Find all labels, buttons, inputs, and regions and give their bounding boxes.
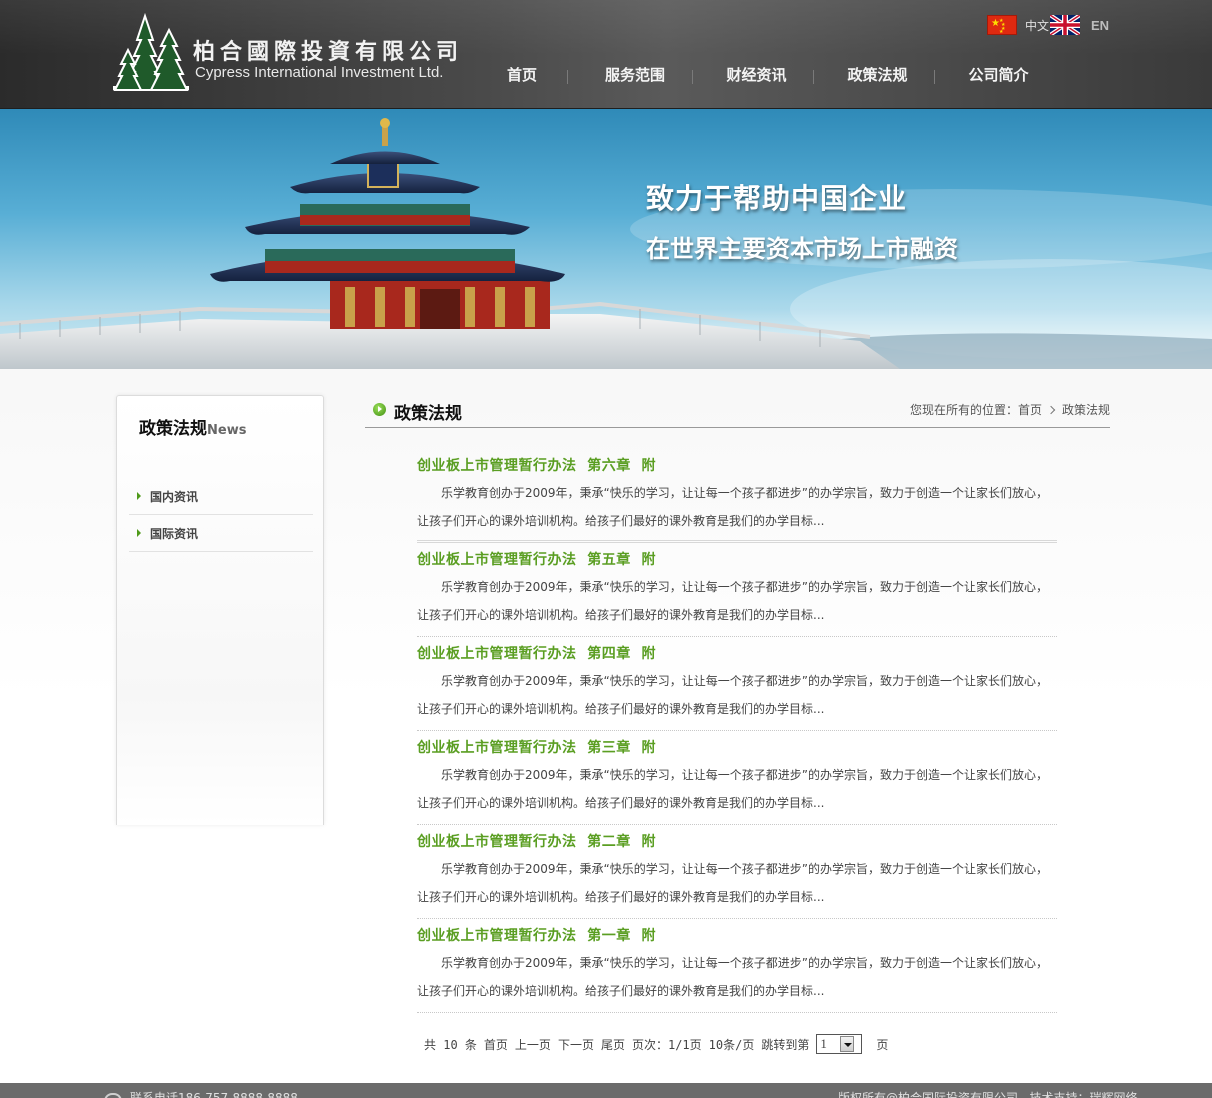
footer-contact: 联系电话186-757-8888-8888 [104, 1089, 298, 1098]
sidebar-item-label: 国内资讯 [150, 489, 199, 504]
company-logo[interactable]: 柏合國際投資有限公司 Cypress International Investm… [113, 12, 473, 94]
nav-divider [567, 70, 568, 84]
article-summary: 乐学教育创办于2009年，秉承“快乐的学习，让让每一个孩子都进步”的办学宗旨，致… [417, 674, 1048, 716]
banner-slogan-line2: 在世界主要资本市场上市融资 [646, 235, 958, 263]
nav-divider [813, 70, 814, 84]
triangle-right-icon [137, 492, 141, 500]
article-summary: 乐学教育创办于2009年，秉承“快乐的学习，让让每一个孩子都进步”的办学宗旨，致… [417, 768, 1048, 810]
breadcrumb-prefix: 您现在所有的位置： [909, 403, 1018, 417]
article-summary: 乐学教育创办于2009年，秉承“快乐的学习，让让每一个孩子都进步”的办学宗旨，致… [417, 862, 1048, 904]
pager-last-link[interactable]: 尾页 [601, 1036, 625, 1053]
sidebar-item-domestic-news[interactable]: 国内资讯 [129, 478, 313, 515]
article-title-link[interactable]: 创业板上市管理暂行办法 第一章 附 [417, 925, 656, 945]
article-title-link[interactable]: 创业板上市管理暂行办法 第四章 附 [417, 643, 656, 663]
site-header: 柏合國際投資有限公司 Cypress International Investm… [0, 0, 1212, 109]
nav-home[interactable]: 首页 [482, 62, 562, 90]
breadcrumb-current: 政策法规 [1061, 403, 1110, 417]
banner-slogan: 致力于帮助中国企业 在世界主要资本市场上市融资 [646, 177, 958, 264]
nav-policy[interactable]: 政策法规 [817, 62, 938, 90]
list-item: 创业板上市管理暂行办法 第四章 附 乐学教育创办于2009年，秉承“快乐的学习，… [417, 637, 1057, 731]
sidebar-title-cn: 政策法规 [139, 419, 207, 439]
logo-english-name: Cypress International Investment Ltd. [195, 64, 444, 81]
site-footer: 联系电话186-757-8888-8888 版权所有@柏合国际投资有限公司 技术… [0, 1083, 1212, 1098]
banner-slogan-line1: 致力于帮助中国企业 [646, 182, 908, 215]
pagination: 共 10 条 首页 上一页 下一页 尾页 页次：1/1页 10条/页 跳转到第 … [424, 1033, 895, 1055]
uk-flag-icon [1050, 15, 1080, 35]
nav-finance-news[interactable]: 财经资讯 [696, 62, 817, 90]
nav-divider [934, 70, 935, 84]
page-title: 政策法规 [394, 404, 462, 424]
pager-next-link[interactable]: 下一页 [558, 1036, 594, 1053]
article-title-link[interactable]: 创业板上市管理暂行办法 第二章 附 [417, 831, 656, 851]
nav-services[interactable]: 服务范围 [574, 62, 696, 90]
content-header: 政策法规 您现在所有的位置： 首页 政策法规 [365, 395, 1110, 428]
triangle-right-icon [137, 529, 141, 537]
breadcrumb-home-link[interactable]: 首页 [1018, 401, 1042, 418]
sidebar-item-label: 国际资讯 [150, 526, 199, 541]
sidebar-title-en: News [207, 423, 247, 438]
footer-copyright: 版权所有@柏合国际投资有限公司 技术支持：瑞辉网络 [838, 1091, 1138, 1098]
article-summary: 乐学教育创办于2009年，秉承“快乐的学习，让让每一个孩子都进步”的办学宗旨，致… [417, 486, 1048, 528]
list-item: 创业板上市管理暂行办法 第六章 附 乐学教育创办于2009年，秉承“快乐的学习，… [417, 449, 1057, 543]
play-bullet-icon [373, 403, 386, 416]
phone-icon [104, 1092, 122, 1098]
pager-total: 共 10 条 [424, 1037, 477, 1052]
logo-chinese-name: 柏合國際投資有限公司 [193, 39, 464, 65]
page-jump-value: 1 [820, 1036, 827, 1051]
cypress-trees-icon [113, 12, 189, 91]
sidebar-item-international-news[interactable]: 国际资讯 [129, 515, 313, 552]
list-item: 创业板上市管理暂行办法 第五章 附 乐学教育创办于2009年，秉承“快乐的学习，… [417, 543, 1057, 637]
pager-first-link[interactable]: 首页 [484, 1036, 508, 1053]
chevron-right-icon [1046, 405, 1056, 414]
hero-banner: 致力于帮助中国企业 在世界主要资本市场上市融资 [0, 109, 1212, 369]
article-title-link[interactable]: 创业板上市管理暂行办法 第六章 附 [417, 455, 656, 475]
pager-prev-link[interactable]: 上一页 [515, 1036, 551, 1053]
temple-of-heaven-illustration [0, 118, 1212, 369]
article-summary: 乐学教育创办于2009年，秉承“快乐的学习，让让每一个孩子都进步”的办学宗旨，致… [417, 580, 1048, 622]
sidebar-list: 国内资讯 国际资讯 [129, 478, 313, 552]
list-item: 创业板上市管理暂行办法 第一章 附 乐学教育创办于2009年，秉承“快乐的学习，… [417, 919, 1057, 1013]
pager-per-page: 10条/页 [708, 1037, 755, 1052]
main-nav: 首页 服务范围 财经资讯 政策法规 公司简介 [482, 62, 1059, 90]
article-title-link[interactable]: 创业板上市管理暂行办法 第三章 附 [417, 737, 656, 757]
sidebar-title: 政策法规News [139, 414, 246, 439]
breadcrumb: 您现在所有的位置： 首页 政策法规 [910, 401, 1110, 418]
page-jump-select[interactable]: 1 [816, 1034, 863, 1054]
article-summary: 乐学教育创办于2009年，秉承“快乐的学习，让让每一个孩子都进步”的办学宗旨，致… [417, 956, 1048, 998]
sidebar: 政策法规News 国内资讯 国际资讯 [116, 395, 324, 825]
pager-page-info: 页次：1/1页 [631, 1037, 702, 1052]
list-item: 创业板上市管理暂行办法 第二章 附 乐学教育创办于2009年，秉承“快乐的学习，… [417, 825, 1057, 919]
nav-about[interactable]: 公司简介 [938, 62, 1059, 90]
lang-cn-label: 中文 [1025, 18, 1050, 33]
pager-jump-label: 跳转到第 [761, 1037, 810, 1052]
footer-phone: 联系电话186-757-8888-8888 [130, 1091, 298, 1098]
lang-en-label: EN [1091, 17, 1110, 33]
article-list: 创业板上市管理暂行办法 第六章 附 乐学教育创办于2009年，秉承“快乐的学习，… [417, 449, 1057, 1013]
lang-switch-cn[interactable]: ★ ★ ★ ★ ★ 中文 [987, 14, 1049, 36]
lang-switch-en[interactable]: EN [1050, 14, 1109, 36]
list-item: 创业板上市管理暂行办法 第三章 附 乐学教育创办于2009年，秉承“快乐的学习，… [417, 731, 1057, 825]
article-title-link[interactable]: 创业板上市管理暂行办法 第五章 附 [417, 549, 656, 569]
pager-suffix: 页 [876, 1037, 889, 1052]
chevron-down-icon[interactable] [840, 1036, 855, 1052]
china-flag-icon: ★ ★ ★ ★ ★ [987, 15, 1017, 35]
nav-divider [692, 70, 693, 84]
